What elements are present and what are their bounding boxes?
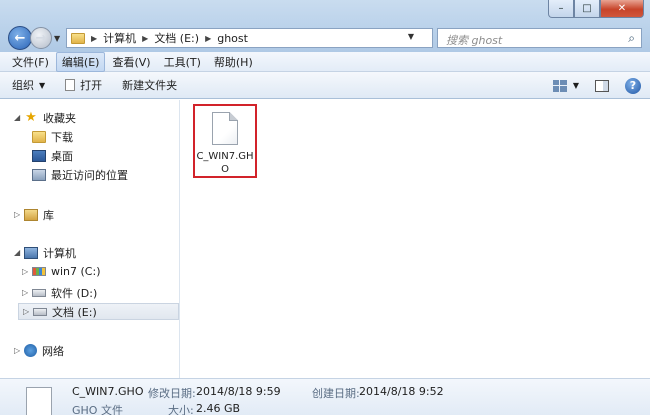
details-created-value: 2014/8/18 9:52 [359,385,444,398]
menu-edit[interactable]: 编辑(E) [55,51,106,72]
details-pane: C_WIN7.GHO GHO 文件 修改日期: 2014/8/18 9:59 创… [0,378,650,415]
close-button[interactable]: ✕ [600,0,644,18]
details-file-name: C_WIN7.GHO [72,385,144,398]
nav-network-label: 网络 [42,344,64,358]
nav-network[interactable]: ▷ 网络 [14,342,64,359]
nav-drive-d-label: 软件 (D:) [51,286,98,300]
details-created-label: 创建日期: [312,387,360,400]
desktop-icon [32,149,46,162]
breadcrumb-drive-e[interactable]: 文档 (E:) [154,30,199,46]
minimize-button[interactable]: – [548,0,574,18]
details-modified-value: 2014/8/18 9:59 [196,385,281,398]
details-size-label: 大小: [168,404,194,415]
computer-icon [24,246,38,259]
window-controls: – □ ✕ [548,0,644,18]
title-bar: – □ ✕ ← → ▼ ▶ 计算机 ▶ 文档 (E:) ▶ ghost ▼ ⟳ … [0,0,650,52]
collapsed-arrow-icon[interactable]: ▷ [14,210,24,219]
file-item[interactable]: C_WIN7.GHO [193,104,257,178]
drive-icon [32,288,46,297]
collapsed-arrow-icon[interactable]: ▷ [23,307,33,316]
help-icon[interactable]: ? [625,77,641,94]
breadcrumb-ghost[interactable]: ghost [217,32,248,45]
search-input[interactable]: 搜索 ghost ⌕ [437,28,642,48]
nav-downloads-label: 下载 [51,130,73,144]
collapsed-arrow-icon[interactable]: ▷ [14,346,24,355]
nav-drive-e-label: 文档 (E:) [52,305,97,319]
nav-favorites[interactable]: ◢ ★ 收藏夹 [14,109,76,126]
nav-computer[interactable]: ◢ 计算机 [14,244,76,261]
organize-label: 组织 [12,79,34,92]
downloads-folder-icon [32,130,46,143]
nav-drive-e[interactable]: ▷ 文档 (E:) [18,303,179,320]
menu-help[interactable]: 帮助(H) [208,52,259,72]
change-view-icon[interactable] [552,79,567,92]
nav-drive-c[interactable]: ▷ win7 (C:) [22,263,101,280]
star-icon: ★ [25,109,37,125]
menu-view[interactable]: 查看(V) [106,52,156,72]
search-placeholder: 搜索 ghost [446,34,503,47]
address-dropdown-icon[interactable]: ▼ [408,32,414,41]
document-icon [65,79,76,91]
organize-button[interactable]: 组织 ▼ [12,77,45,93]
nav-libraries-label: 库 [43,208,54,222]
details-size-value: 2.46 GB [196,402,241,415]
menu-tools[interactable]: 工具(T) [158,52,207,72]
nav-libraries[interactable]: ▷ 库 [14,206,54,223]
back-button[interactable]: ← [8,26,32,50]
collapsed-arrow-icon[interactable]: ▷ [22,267,32,276]
chevron-down-icon: ▼ [39,80,46,90]
expanded-arrow-icon[interactable]: ◢ [14,248,24,257]
details-modified-label: 修改日期: [148,387,196,400]
library-icon [24,208,38,221]
chevron-right-icon[interactable]: ▶ [205,34,211,43]
new-folder-button[interactable]: 新建文件夹 [122,77,177,93]
expanded-arrow-icon[interactable]: ◢ [14,113,24,122]
file-icon [26,387,52,415]
menu-bar: 文件(F) 编辑(E) 查看(V) 工具(T) 帮助(H) [0,51,650,72]
chevron-right-icon[interactable]: ▶ [91,34,97,43]
nav-desktop-label: 桌面 [51,149,73,163]
forward-button[interactable]: → [30,27,52,49]
nav-recent-places[interactable]: 最近访问的位置 [32,166,128,183]
menu-file[interactable]: 文件(F) [6,52,55,72]
chevron-right-icon[interactable]: ▶ [142,34,148,43]
drive-icon [33,307,47,316]
nav-drive-c-label: win7 (C:) [51,265,101,278]
file-name: C_WIN7.GHO [196,151,254,175]
back-arrow-icon: ← [14,30,26,46]
recent-pages-dropdown[interactable]: ▼ [54,34,60,43]
command-bar: 组织 ▼ 打开 新建文件夹 ▼ ? [0,72,650,99]
nav-computer-label: 计算机 [43,246,76,260]
collapsed-arrow-icon[interactable]: ▷ [22,288,32,297]
file-list: C_WIN7.GHO [181,100,650,378]
nav-drive-d[interactable]: ▷ 软件 (D:) [22,284,97,301]
preview-pane-icon[interactable] [595,79,609,92]
open-button[interactable]: 打开 [65,77,102,93]
address-bar[interactable]: ▶ 计算机 ▶ 文档 (E:) ▶ ghost ▼ ⟳ [66,28,453,48]
navigation-pane: ◢ ★ 收藏夹 下载 桌面 最近访问的位置 ▷ 库 ◢ 计算机 ▷ win7 (… [0,100,180,378]
nav-recent-label: 最近访问的位置 [51,168,128,182]
network-icon [24,344,37,357]
nav-desktop[interactable]: 桌面 [32,147,73,164]
search-icon[interactable]: ⌕ [628,31,635,46]
maximize-button[interactable]: □ [574,0,600,18]
windows-drive-icon [32,267,46,276]
details-file-type: GHO 文件 [72,404,123,415]
file-icon [212,112,238,145]
folder-icon [71,32,85,44]
nav-favorites-label: 收藏夹 [43,111,76,125]
open-label: 打开 [80,79,103,92]
breadcrumb-computer[interactable]: 计算机 [103,30,136,46]
forward-arrow-icon: → [35,30,47,46]
chevron-down-icon[interactable]: ▼ [573,81,579,90]
recent-places-icon [32,168,46,181]
new-folder-label: 新建文件夹 [122,79,178,92]
nav-downloads[interactable]: 下载 [32,128,73,145]
